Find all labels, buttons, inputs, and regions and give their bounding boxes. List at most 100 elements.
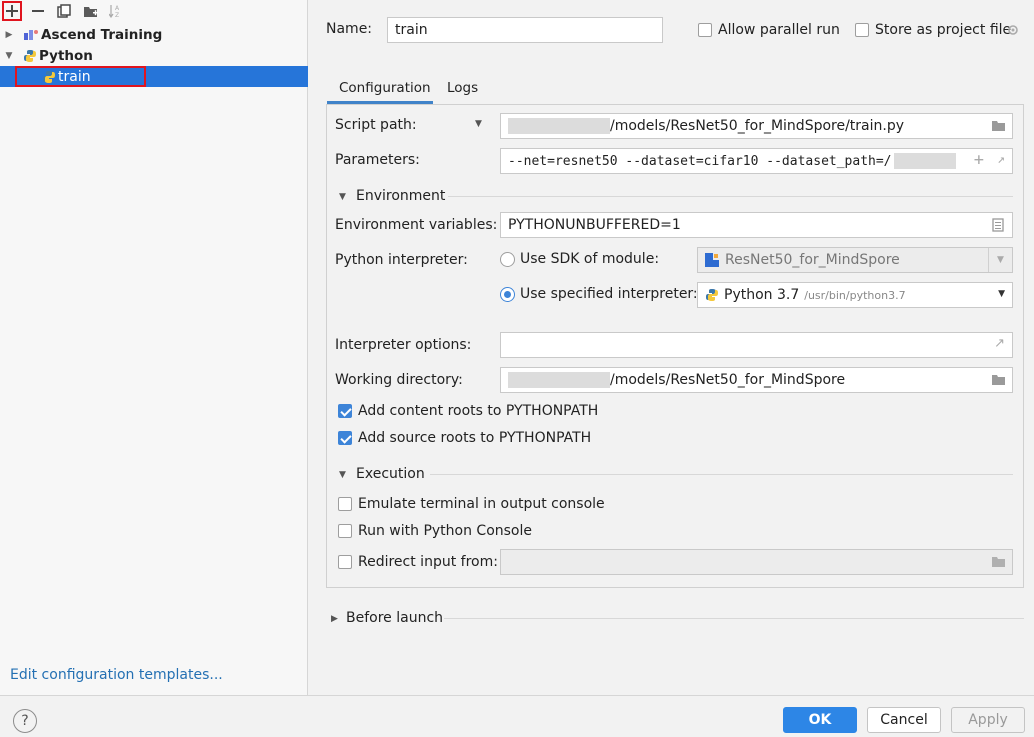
copy-icon — [57, 4, 71, 18]
help-button[interactable]: ? — [13, 709, 37, 733]
env-vars-value: PYTHONUNBUFFERED=1 — [508, 217, 681, 233]
env-vars-input[interactable]: PYTHONUNBUFFERED=1 — [500, 212, 1013, 238]
tree-item-label: Python — [39, 47, 93, 64]
folder-add-icon — [83, 6, 98, 17]
tree-item-ascend-training[interactable]: ▶ Ascend Training — [0, 24, 308, 45]
add-content-roots-checkbox[interactable] — [338, 404, 352, 418]
tree-item-python[interactable]: ▼ Python — [0, 45, 308, 66]
before-launch-header[interactable]: Before launch — [346, 610, 443, 626]
svg-text:Z: Z — [115, 12, 119, 18]
tab-label: Logs — [447, 80, 479, 96]
chevron-right-icon[interactable]: ▶ — [331, 614, 338, 624]
folder-open-icon[interactable] — [992, 120, 1006, 134]
parameters-input[interactable]: --net=resnet50 --dataset=cifar10 --datas… — [500, 148, 1013, 174]
use-specified-radio[interactable] — [500, 287, 515, 302]
configurations-toolbar: AZ — [0, 0, 308, 22]
store-project-file-checkbox[interactable] — [855, 23, 869, 37]
redirect-input-field[interactable] — [500, 549, 1013, 575]
remove-configuration-button[interactable] — [29, 2, 47, 20]
environment-header[interactable]: Environment — [356, 188, 445, 204]
allow-parallel-checkbox[interactable] — [698, 23, 712, 37]
redirect-input-checkbox[interactable] — [338, 555, 352, 569]
script-path-label: Script path: — [335, 117, 417, 133]
divider — [448, 196, 1013, 197]
expand-icon[interactable]: ↗ — [994, 336, 1005, 351]
add-content-roots-label: Add content roots to PYTHONPATH — [358, 403, 599, 419]
interpreter-name: Python 3.7 — [724, 287, 800, 303]
use-specified-label: Use specified interpreter: — [520, 286, 698, 302]
redacted-path — [508, 118, 610, 134]
python-icon — [23, 49, 39, 63]
interp-options-input[interactable]: ↗ — [500, 332, 1013, 358]
chevron-down-icon[interactable]: ▼ — [3, 51, 15, 61]
tab-logs[interactable]: Logs — [447, 80, 478, 96]
interpreter-select[interactable]: Python 3.7 /usr/bin/python3.7 ▼ — [697, 282, 1013, 308]
ascend-icon — [23, 28, 39, 42]
apply-button[interactable]: Apply — [951, 707, 1025, 733]
script-path-input[interactable]: /models/ResNet50_for_MindSpore/train.py — [500, 113, 1013, 139]
edit-list-icon[interactable] — [992, 218, 1006, 232]
sdk-module-select[interactable]: ResNet50_for_MindSpore ▼ — [697, 247, 1013, 273]
tab-label: Configuration — [339, 80, 431, 96]
add-source-roots-checkbox[interactable] — [338, 431, 352, 445]
emulate-terminal-label: Emulate terminal in output console — [358, 496, 605, 512]
store-project-file-label: Store as project file — [875, 22, 1012, 38]
sort-button[interactable]: AZ — [107, 2, 125, 20]
parameters-label: Parameters: — [335, 152, 420, 168]
python-icon — [706, 289, 718, 301]
ok-button[interactable]: OK — [783, 707, 857, 733]
script-type-dropdown-icon[interactable]: ▼ — [475, 119, 482, 129]
emulate-terminal-checkbox[interactable] — [338, 497, 352, 511]
copy-configuration-button[interactable] — [55, 2, 73, 20]
execution-header[interactable]: Execution — [356, 466, 425, 482]
run-python-console-checkbox[interactable] — [338, 524, 352, 538]
chevron-down-icon[interactable]: ▼ — [339, 192, 346, 202]
new-folder-button[interactable] — [81, 2, 99, 20]
allow-parallel-label: Allow parallel run — [718, 22, 840, 38]
use-sdk-label: Use SDK of module: — [520, 251, 660, 267]
add-source-roots-label: Add source roots to PYTHONPATH — [358, 430, 592, 446]
tab-configuration[interactable]: Configuration — [327, 80, 433, 104]
tree-item-label: Ascend Training — [41, 26, 163, 43]
minus-icon — [32, 10, 44, 12]
redacted-path — [508, 372, 610, 388]
add-configuration-button[interactable] — [2, 1, 22, 21]
script-path-value: /models/ResNet50_for_MindSpore/train.py — [610, 118, 905, 134]
working-dir-input[interactable]: /models/ResNet50_for_MindSpore — [500, 367, 1013, 393]
working-dir-value: /models/ResNet50_for_MindSpore — [610, 372, 846, 388]
name-label: Name: — [326, 21, 373, 37]
interpreter-path: /usr/bin/python3.7 — [804, 288, 906, 302]
name-input[interactable]: train — [387, 17, 663, 43]
dialog-footer: OK Cancel Apply — [0, 695, 1034, 737]
working-dir-label: Working directory: — [335, 372, 463, 388]
sort-alpha-icon: AZ — [108, 5, 120, 18]
module-icon — [705, 253, 719, 267]
env-vars-label: Environment variables: — [335, 217, 498, 233]
sdk-module-value: ResNet50_for_MindSpore — [725, 252, 900, 268]
run-python-console-label: Run with Python Console — [358, 523, 533, 539]
use-sdk-radio[interactable] — [500, 252, 515, 267]
plus-icon[interactable]: + — [974, 150, 984, 170]
cancel-button[interactable]: Cancel — [867, 707, 941, 733]
chevron-right-icon[interactable]: ▶ — [3, 30, 15, 40]
interp-options-label: Interpreter options: — [335, 337, 472, 353]
expand-icon[interactable]: ↗ — [997, 152, 1005, 167]
tree-item-train[interactable]: train — [0, 66, 308, 87]
gear-icon[interactable] — [1006, 23, 1020, 37]
chevron-down-icon[interactable]: ▼ — [988, 248, 1012, 272]
chevron-down-icon[interactable]: ▼ — [339, 470, 346, 480]
divider — [444, 618, 1024, 619]
parameters-value: --net=resnet50 --dataset=cifar10 --datas… — [508, 153, 892, 169]
redirect-input-label: Redirect input from: — [358, 554, 498, 570]
interpreter-label: Python interpreter: — [335, 252, 468, 268]
divider — [430, 474, 1013, 475]
folder-open-icon[interactable] — [992, 556, 1006, 570]
configurations-panel: AZ ▶ Ascend Training ▼ Python train Edit… — [0, 0, 308, 695]
redacted-path — [893, 153, 956, 169]
highlight-box — [15, 66, 146, 87]
svg-text:A: A — [115, 5, 120, 12]
chevron-down-icon[interactable]: ▼ — [998, 289, 1005, 299]
folder-open-icon[interactable] — [992, 374, 1006, 388]
edit-templates-link[interactable]: Edit configuration templates... — [10, 667, 223, 683]
plus-icon — [6, 5, 18, 17]
